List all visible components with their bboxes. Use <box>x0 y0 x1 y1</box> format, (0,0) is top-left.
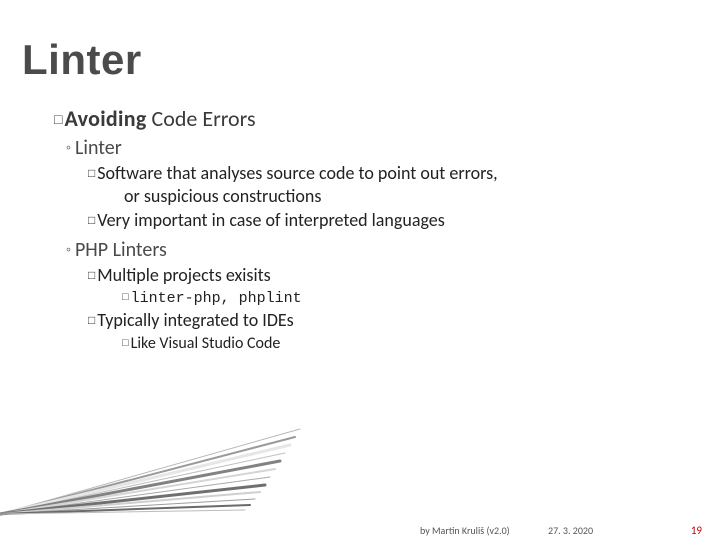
sec2-b1: Multiple projects exisits <box>97 264 270 286</box>
square-bullet-icon: □ <box>88 268 95 282</box>
bullet-typically-integrated: □Typically integrated to IDEs <box>88 309 680 332</box>
slide: Linter □Avoiding Code Errors ◦Linter □So… <box>0 0 720 540</box>
h1-word1: Avoiding <box>64 105 146 132</box>
sec1-b1b: or suspicious constructions <box>124 185 680 208</box>
sub-bullet-linter-php: □linter-php, phplint <box>122 288 680 307</box>
ring-bullet-icon: ◦ <box>66 241 71 258</box>
slide-title: Linter <box>22 36 142 84</box>
slide-body: □Avoiding Code Errors ◦Linter □Software … <box>54 105 680 353</box>
square-bullet-icon: □ <box>88 313 95 327</box>
bullet-software-analyses: □Software that analyses source code to p… <box>88 162 680 207</box>
sec2-b2s: Like Visual Studio Code <box>131 334 281 353</box>
square-bullet-icon: □ <box>54 111 62 127</box>
ring-bullet-icon: ◦ <box>66 139 71 156</box>
heading-level-1: □Avoiding Code Errors <box>54 105 680 132</box>
subheading-linter: ◦Linter <box>66 136 680 160</box>
sec1-heading: Linter <box>75 136 122 160</box>
square-bullet-icon: □ <box>88 166 95 180</box>
footer-date: 27. 3. 2020 <box>548 524 593 537</box>
h1-rest: Code Errors <box>147 105 256 132</box>
page-number: 19 <box>691 524 702 537</box>
decorative-rays-icon <box>0 419 300 514</box>
sub-bullet-vscode: □Like Visual Studio Code <box>122 334 680 353</box>
bullet-multiple-projects: □Multiple projects exisits <box>88 264 680 287</box>
square-bullet-icon: □ <box>88 213 95 227</box>
sec1-b1a: Software that analyses source code to po… <box>97 162 497 184</box>
sec2-b2: Typically integrated to IDEs <box>97 309 293 331</box>
square-bullet-icon: □ <box>122 291 129 303</box>
subheading-php-linters: ◦PHP Linters <box>66 238 680 262</box>
square-bullet-icon: □ <box>122 337 129 349</box>
sec2-b1s: linter-php, phplint <box>131 290 302 307</box>
footer-author: by Martin Kruliš (v2.0) <box>420 524 510 537</box>
sec1-b2: Very important in case of interpreted la… <box>97 209 445 231</box>
sec2-heading: PHP Linters <box>75 238 167 262</box>
bullet-very-important: □Very important in case of interpreted l… <box>88 209 680 232</box>
